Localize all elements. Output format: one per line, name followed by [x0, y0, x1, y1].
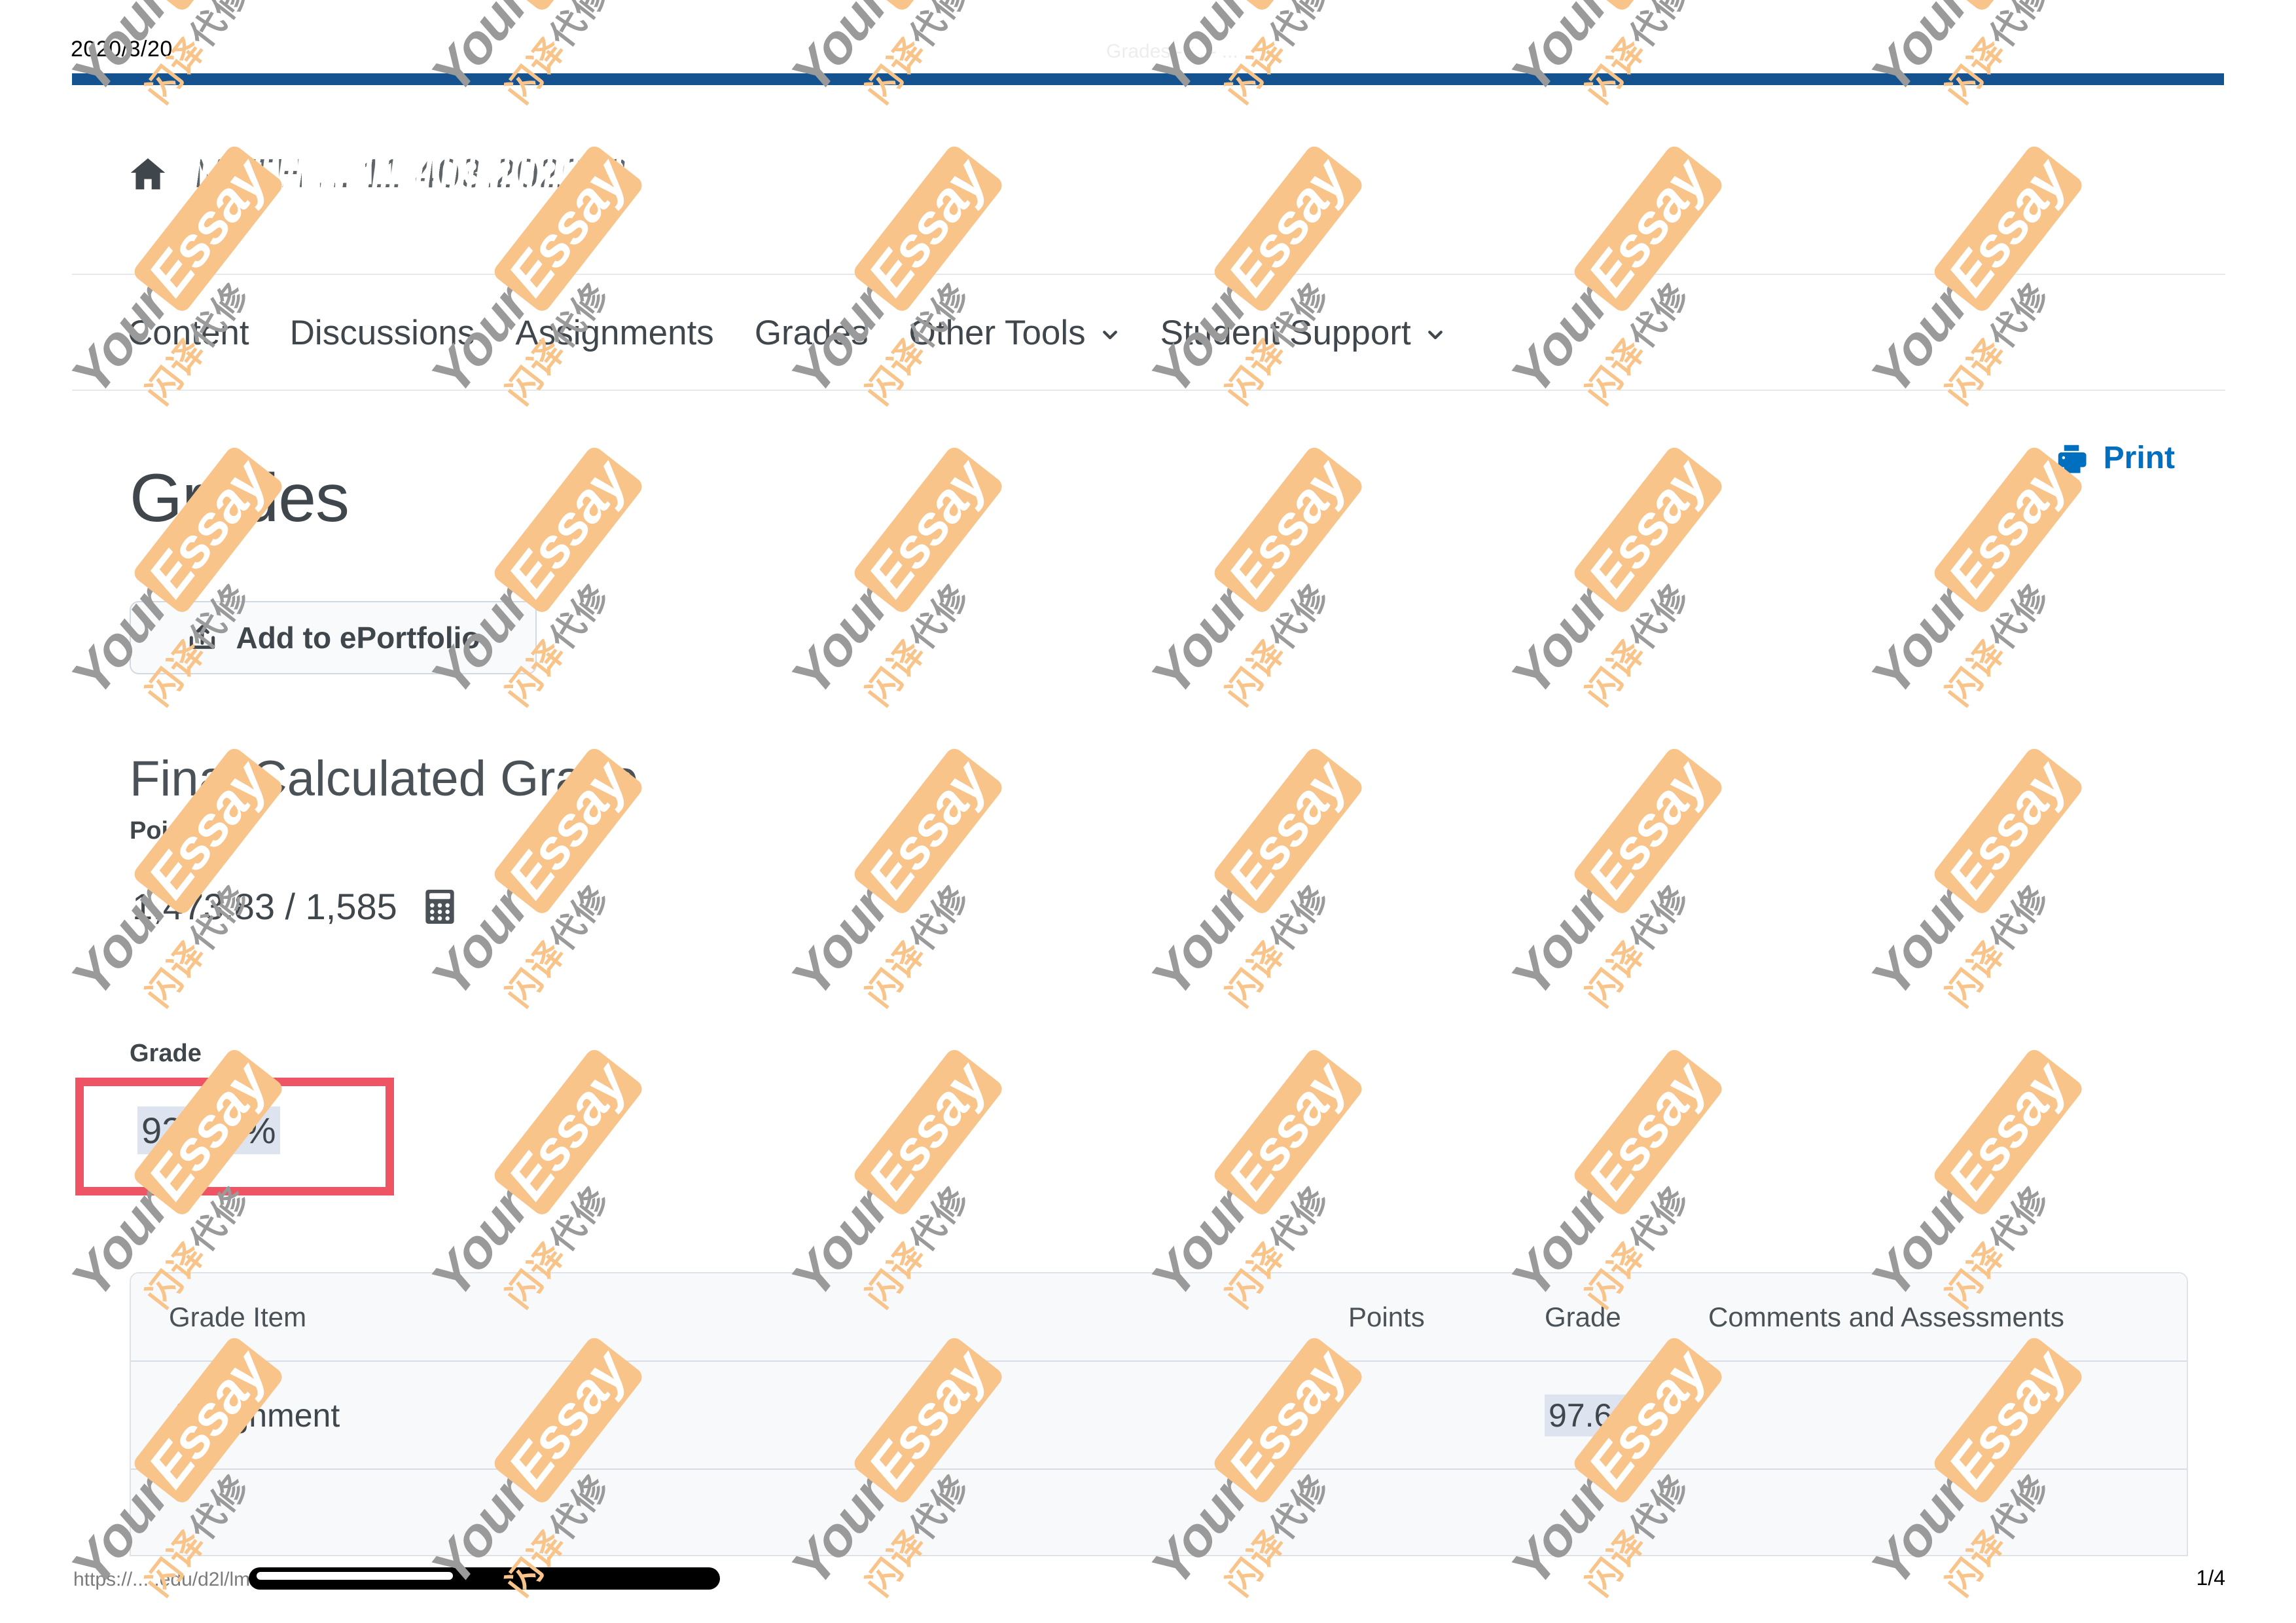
printer-icon [2054, 441, 2089, 476]
calculator-icon[interactable] [425, 889, 455, 924]
watermark-text-cn: 闪译代修 [859, 879, 977, 1014]
print-date: 2020/3/20 [71, 37, 173, 62]
nav-label: Grades [754, 314, 869, 352]
add-to-eportfolio-label: Add to ePortfolio [236, 621, 480, 655]
brand-bar [72, 73, 2224, 85]
nav-item-other-tools[interactable]: Other Tools [909, 313, 1120, 353]
points-value-row: 1,473.83 / 1,585 [132, 885, 455, 928]
chevron-down-icon [1100, 325, 1120, 344]
watermark-text-cn: 闪译代修 [1939, 879, 2056, 1014]
column-header-comments[interactable]: Comments and Assessments [1708, 1302, 2187, 1333]
watermark-text-en: YourEssay [779, 444, 1006, 707]
chevron-down-icon [1426, 325, 1445, 344]
nav-item-content[interactable]: Content [128, 313, 249, 353]
final-calculated-grade-heading: Final Calculated Grade [130, 751, 639, 807]
cell-grade-item: Assignment [131, 1396, 1348, 1434]
print-header: 2020/3/20 Grades - ... - ... [0, 37, 2296, 63]
share-export-icon [186, 621, 219, 654]
grade-label: Grade [130, 1040, 202, 1067]
nav-label: Discussions [289, 314, 475, 352]
column-header-grade[interactable]: Grade [1545, 1302, 1708, 1333]
watermark: YourEssay闪译代修 [1139, 444, 1405, 740]
watermark-text-en: YourEssay [1859, 745, 2086, 1008]
watermark: YourEssay闪译代修 [779, 745, 1045, 1041]
nav-label: Content [128, 314, 249, 352]
watermark-text-cn: 闪译代修 [859, 577, 977, 713]
points-label: Points [130, 817, 206, 845]
grade-item-name: Assignment [169, 1396, 340, 1434]
redaction-bar-highlight [257, 1572, 453, 1580]
add-to-eportfolio-button[interactable]: Add to ePortfolio [130, 601, 537, 674]
watermark-text-en: YourEssay [1499, 745, 1726, 1008]
watermark: YourEssay闪译代修 [779, 444, 1045, 740]
column-header-grade-item[interactable]: Grade Item [131, 1302, 1348, 1333]
nav-item-assignments[interactable]: Assignments [515, 313, 713, 353]
watermark-text-cn: 闪译代修 [499, 879, 617, 1014]
table-row[interactable] [131, 1470, 2187, 1555]
nav-item-grades[interactable]: Grades [755, 313, 869, 353]
course-title[interactable]: MATH ... 11,403.202010 [193, 151, 629, 197]
watermark-text-cn: 闪译代修 [1579, 577, 1696, 713]
watermark-text-cn: 闪译代修 [1219, 879, 1336, 1014]
grade-item-grade: 97.64 % [1545, 1394, 1673, 1436]
nav-label: Student Support [1160, 314, 1411, 352]
watermark-text-en: YourEssay [1139, 444, 1366, 707]
watermark-text-en: YourEssay [1499, 444, 1726, 707]
watermark-text-en: YourEssay [419, 1046, 646, 1309]
nav-item-student-support[interactable]: Student Support [1160, 313, 1445, 353]
watermark: YourEssay闪译代修 [1859, 444, 2125, 740]
watermark-text-en: YourEssay [1859, 1046, 2086, 1309]
column-header-points[interactable]: Points [1348, 1302, 1545, 1333]
home-icon[interactable] [128, 154, 168, 194]
table-row[interactable]: Assignment 97.64 % [131, 1362, 2187, 1470]
watermark-text-en: YourEssay [779, 745, 1006, 1008]
watermark-text-cn: 闪译代修 [499, 577, 617, 713]
cell-grade: 97.64 % [1545, 1394, 1708, 1436]
nav-item-discussions[interactable]: Discussions [290, 313, 475, 353]
print-button-label: Print [2103, 441, 2175, 475]
watermark-text-en: YourEssay [1139, 1046, 1366, 1309]
print-button[interactable]: Print [2054, 440, 2175, 476]
page-number: 1/4 [2196, 1566, 2225, 1590]
watermark-text-en: YourEssay [1859, 444, 2086, 707]
page-title: Grades [130, 460, 350, 536]
watermark: YourEssay闪译代修 [1859, 745, 2125, 1041]
course-header: MATH ... 11,403.202010 [72, 115, 2225, 275]
watermark-text-cn: 闪译代修 [1579, 879, 1696, 1014]
watermark: YourEssay闪译代修 [419, 444, 685, 740]
watermark-text-cn: 闪译代修 [1939, 577, 2056, 713]
watermark-text-en: YourEssay [779, 1046, 1006, 1309]
points-value: 1,473.83 / 1,585 [132, 886, 397, 927]
watermark: YourEssay闪译代修 [1499, 444, 1765, 740]
watermark-text-cn: 闪译代修 [1219, 577, 1336, 713]
watermark-text-en: YourEssay [1139, 745, 1366, 1008]
final-grade-value: 92.99 % [137, 1106, 280, 1154]
table-header-row: Grade Item Points Grade Comments and Ass… [131, 1273, 2187, 1362]
course-navbar: Content Discussions Assignments Grades O… [72, 276, 2225, 391]
nav-label: Other Tools [908, 314, 1086, 352]
watermark: YourEssay闪译代修 [1499, 745, 1765, 1041]
nav-label: Assignments [515, 314, 714, 352]
grades-table: Grade Item Points Grade Comments and Ass… [130, 1272, 2188, 1556]
watermark: YourEssay闪译代修 [1139, 745, 1405, 1041]
watermark-text-en: YourEssay [1499, 1046, 1726, 1309]
print-header-title: Grades - ... - ... [1106, 41, 1238, 62]
